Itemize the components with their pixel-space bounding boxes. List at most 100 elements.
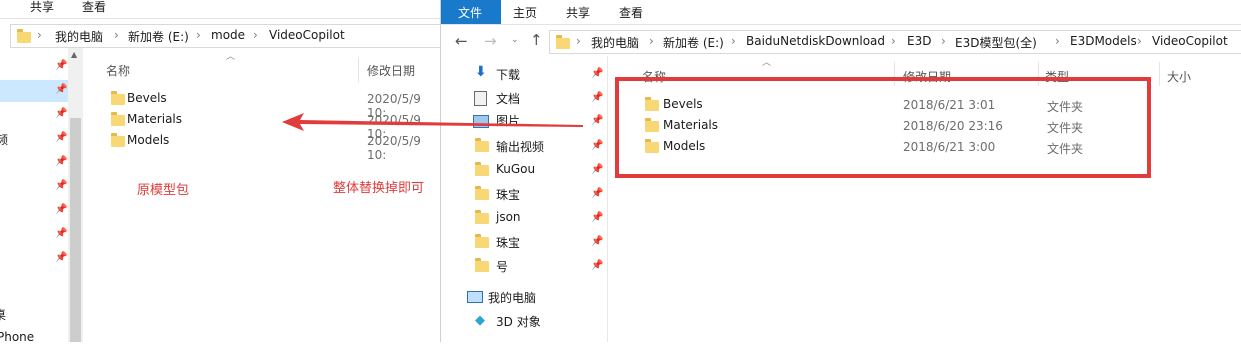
scrollbar-thumb[interactable] [70,118,81,342]
breadcrumb-item[interactable]: E3D [907,34,931,48]
pin-icon[interactable]: 📌 [55,228,67,239]
breadcrumb-item[interactable]: E3D模型包(全) [955,34,1037,51]
chevron-right-icon: › [941,34,946,48]
left-col-date-header[interactable]: 修改日期 [367,62,415,79]
download-arrow-icon: ⬇ [475,64,487,80]
address-folder-icon [17,29,31,43]
pin-icon[interactable]: 📌 [591,260,603,271]
nav-item-folder[interactable]: 号 📌 [471,256,606,276]
left-tab-view[interactable]: 查看 [82,0,106,15]
scroll-up-arrow-icon[interactable]: ▲ [71,50,77,59]
highlight-box [615,77,1151,178]
folder-icon [111,112,125,126]
left-nav-scrollbar[interactable]: ▲ [68,48,83,342]
nav-item-folder[interactable]: json 📌 [471,208,606,228]
tab-file[interactable]: 文件 [441,0,501,24]
original-pack-label: 原模型包 [137,183,190,198]
pin-icon[interactable]: 📌 [55,180,67,191]
document-icon [474,91,487,106]
nav-item-3d-objects[interactable]: ◆ 3D 对象 [471,311,606,331]
breadcrumb-item[interactable]: 我的电脑 [591,34,639,51]
nav-item-folder[interactable]: KuGou 📌 [471,160,606,180]
chevron-right-icon: › [1055,34,1060,48]
chevron-right-icon: › [731,34,736,48]
pin-icon[interactable]: 📌 [591,68,603,79]
arrow-left-icon [282,113,583,131]
breadcrumb-item[interactable]: VideoCopilot [1152,34,1228,48]
chevron-right-icon: › [576,34,581,48]
chevron-right-icon: › [891,34,896,48]
list-item[interactable]: Models 2020/5/9 10: [106,132,440,162]
left-address-bar[interactable]: › 我的电脑 › 新加卷 (E:) › mode › VideoCopilot [10,24,442,48]
chevron-right-icon: › [253,28,258,42]
right-nav-pane: ⬇ 下载 📌 文档 📌 图片 📌 输出视频 📌 KuGou 📌 珠宝 📌 jso… [441,56,607,342]
nav-item-downloads[interactable]: ⬇ 下载 📌 [471,64,606,84]
nav-item-label: 珠宝 [496,236,521,250]
breadcrumb-item[interactable]: 我的电脑 [55,28,103,45]
nav-item-label[interactable]: 桌 [0,306,6,323]
pin-icon[interactable]: 📌 [591,140,603,151]
forward-arrow-icon[interactable]: → [484,32,497,50]
nav-item-documents[interactable]: 文档 📌 [471,88,606,108]
nav-item-label[interactable]: 频 [0,131,8,148]
tab-home[interactable]: 主页 [513,4,537,21]
nav-item-folder[interactable]: 输出视频 📌 [471,136,606,156]
list-item[interactable]: Bevels 2020/5/9 10: [106,90,440,120]
folder-icon [475,162,489,176]
file-date: 2020/5/9 10: [367,134,421,162]
recent-dropdown-icon[interactable]: ⌄ [511,35,519,45]
column-divider[interactable] [1159,62,1160,86]
pin-icon[interactable]: 📌 [55,108,67,119]
address-folder-icon [556,35,570,49]
right-ribbon: 文件 主页 共享 查看 [441,0,1241,25]
column-divider[interactable] [358,58,359,82]
pin-icon[interactable]: 📌 [55,84,67,95]
file-name: Models [127,133,170,147]
folder-icon [111,91,125,105]
left-tab-share[interactable]: 共享 [30,0,54,15]
pin-icon[interactable]: 📌 [591,188,603,199]
breadcrumb-item[interactable]: BaiduNetdiskDownload [746,34,885,48]
nav-pane-divider[interactable] [607,56,608,342]
nav-item-this-pc[interactable]: 我的电脑 [463,288,606,308]
monitor-icon [467,291,483,303]
left-explorer-window: 共享 查看 › 我的电脑 › 新加卷 (E:) › mode › VideoCo… [0,0,442,344]
pin-icon[interactable]: 📌 [55,156,67,167]
chevron-right-icon: › [649,34,654,48]
nav-item-label: 珠宝 [496,188,521,202]
breadcrumb-item[interactable]: 新加卷 (E:) [128,28,189,45]
chevron-right-icon: › [37,28,42,42]
nav-item-label: 3D 对象 [496,315,541,329]
left-ribbon-divider [0,18,440,19]
pin-icon[interactable]: 📌 [55,252,67,263]
pin-icon[interactable]: 📌 [591,115,603,126]
chevron-right-icon: › [1137,34,1142,48]
folder-icon [475,186,489,200]
tab-view[interactable]: 查看 [619,4,643,21]
pin-icon[interactable]: 📌 [591,164,603,175]
tab-share[interactable]: 共享 [566,4,590,21]
pin-icon[interactable]: 📌 [55,60,67,71]
chevron-right-icon: › [196,28,201,42]
pin-icon[interactable]: 📌 [591,212,603,223]
chevron-right-icon: › [114,28,119,42]
pin-icon[interactable]: 📌 [55,204,67,215]
pin-icon[interactable]: 📌 [591,92,603,103]
breadcrumb-item[interactable]: E3DModels [1070,34,1137,48]
file-name: Materials [127,112,183,126]
breadcrumb-item[interactable]: VideoCopilot [269,28,345,42]
nav-item-label: 号 [496,260,509,274]
nav-item-folder[interactable]: 珠宝 📌 [471,184,606,204]
right-address-bar[interactable]: › 我的电脑 › 新加卷 (E:) › BaiduNetdiskDownload… [549,30,1241,54]
left-col-name-header[interactable]: 名称 [106,62,130,79]
breadcrumb-item[interactable]: 新加卷 (E:) [663,34,724,51]
up-arrow-icon[interactable]: ↑ [530,31,543,49]
right-col-size-header[interactable]: 大小 [1167,68,1191,85]
pin-icon[interactable]: 📌 [591,236,603,247]
breadcrumb-item[interactable]: mode [211,28,245,42]
folder-icon [111,133,125,147]
pin-icon[interactable]: 📌 [55,132,67,143]
cube-icon: ◆ [475,313,485,328]
back-arrow-icon[interactable]: ← [455,32,468,50]
nav-item-folder[interactable]: 珠宝 📌 [471,232,606,252]
